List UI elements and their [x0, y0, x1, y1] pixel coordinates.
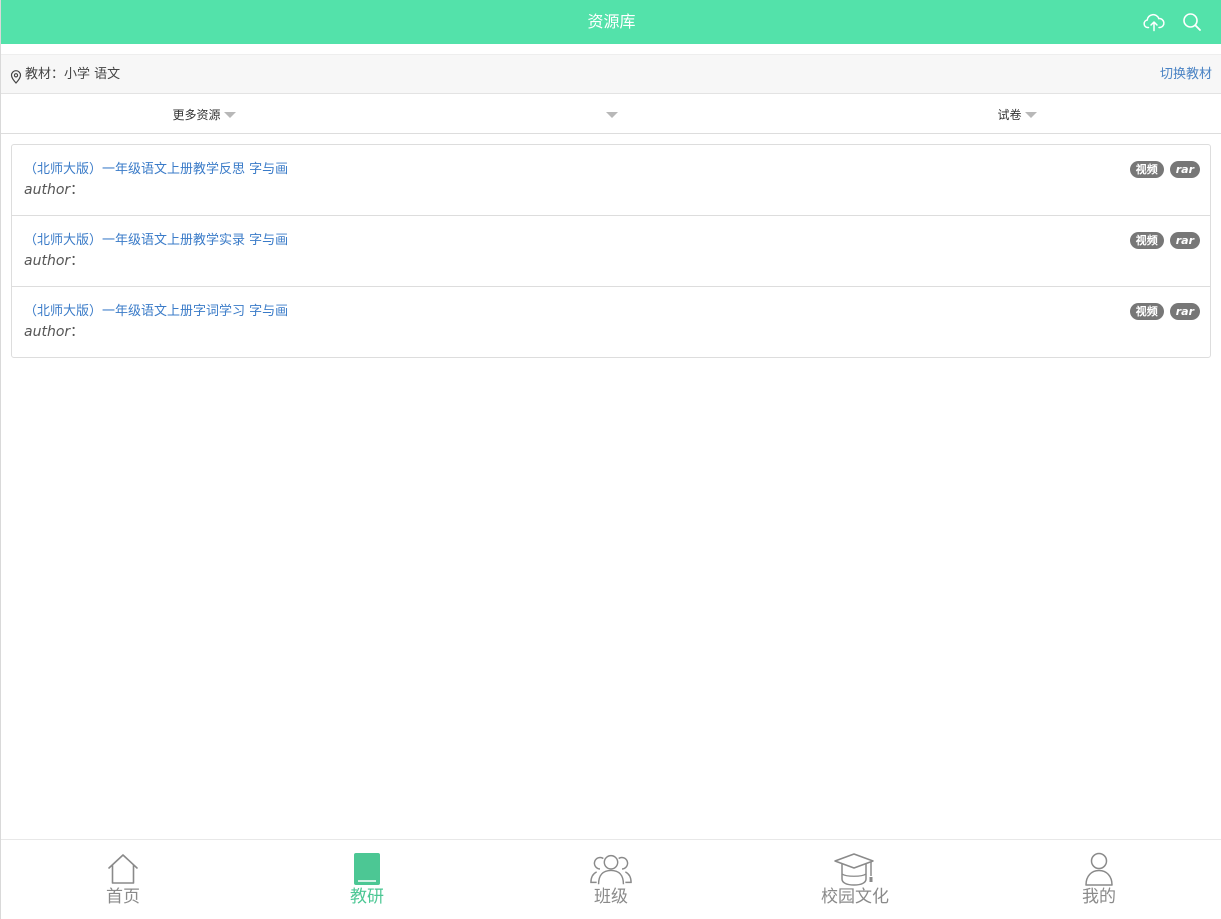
resource-author: author： — [24, 182, 85, 198]
current-textbook: 教材：小学 语文 — [25, 67, 121, 82]
caret-down-icon — [223, 112, 236, 118]
list-item[interactable]: （北师大版）一年级语文上册教学实录 字与画 author： 视频 rar — [12, 216, 1210, 287]
location-pin-icon — [10, 69, 22, 84]
tab-label: 我的 — [1082, 887, 1116, 907]
caret-down-icon — [1024, 112, 1037, 118]
resource-title[interactable]: （北师大版）一年级语文上册教学反思 字与画 — [24, 160, 288, 180]
filter-label: 试卷 — [997, 107, 1022, 122]
search-icon[interactable] — [1181, 11, 1203, 33]
graduation-cap-icon — [833, 850, 877, 886]
filter-middle[interactable] — [407, 94, 813, 134]
resource-badges: 视频 rar — [1129, 303, 1200, 320]
video-badge: 视频 — [1129, 303, 1164, 320]
tab-label: 班级 — [594, 887, 628, 907]
caret-down-icon — [605, 112, 618, 118]
page-title: 资源库 — [587, 12, 636, 31]
list-item[interactable]: （北师大版）一年级语文上册字词学习 字与画 author： 视频 rar — [12, 287, 1210, 357]
group-icon — [589, 850, 633, 886]
rar-badge: rar — [1169, 161, 1200, 178]
resource-author: author： — [24, 324, 85, 340]
switch-textbook-link[interactable]: 切换教材 — [1160, 65, 1212, 85]
tab-label: 首页 — [106, 887, 140, 907]
app-window: 资源库 教材：小学 语文 切换教材 更多资源 试卷 （北师大版）一年级语文上册教… — [0, 0, 1221, 919]
tab-label: 校园文化 — [821, 887, 889, 907]
tab-home[interactable]: 首页 — [1, 840, 245, 919]
rar-badge: rar — [1169, 303, 1200, 320]
rar-badge: rar — [1169, 232, 1200, 249]
tab-campus-culture[interactable]: 校园文化 — [733, 840, 977, 919]
list-item[interactable]: （北师大版）一年级语文上册教学反思 字与画 author： 视频 rar — [12, 145, 1210, 216]
textbook-bar: 教材：小学 语文 切换教材 — [1, 54, 1221, 94]
resource-title[interactable]: （北师大版）一年级语文上册教学实录 字与画 — [24, 231, 288, 251]
bottom-tab-bar: 首页 教研 班级 校园文化 我的 — [1, 839, 1221, 919]
filter-exam-paper[interactable]: 试卷 — [813, 94, 1221, 134]
resource-badges: 视频 rar — [1129, 161, 1200, 178]
tab-class[interactable]: 班级 — [489, 840, 733, 919]
cloud-upload-icon[interactable] — [1143, 11, 1165, 33]
resource-badges: 视频 rar — [1129, 232, 1200, 249]
top-header: 资源库 — [1, 0, 1221, 44]
tab-research[interactable]: 教研 — [245, 840, 489, 919]
filter-more-resources[interactable]: 更多资源 — [1, 94, 407, 134]
resource-author: author： — [24, 253, 85, 269]
resource-list: （北师大版）一年级语文上册教学反思 字与画 author： 视频 rar （北师… — [11, 144, 1211, 358]
user-icon — [1077, 850, 1121, 886]
tab-label: 教研 — [350, 887, 384, 907]
video-badge: 视频 — [1129, 161, 1164, 178]
tab-mine[interactable]: 我的 — [977, 840, 1221, 919]
resource-title[interactable]: （北师大版）一年级语文上册字词学习 字与画 — [24, 302, 288, 322]
video-badge: 视频 — [1129, 232, 1164, 249]
book-icon — [345, 850, 389, 886]
filter-bar: 更多资源 试卷 — [1, 94, 1221, 134]
filter-label: 更多资源 — [172, 107, 221, 122]
home-icon — [101, 850, 145, 886]
